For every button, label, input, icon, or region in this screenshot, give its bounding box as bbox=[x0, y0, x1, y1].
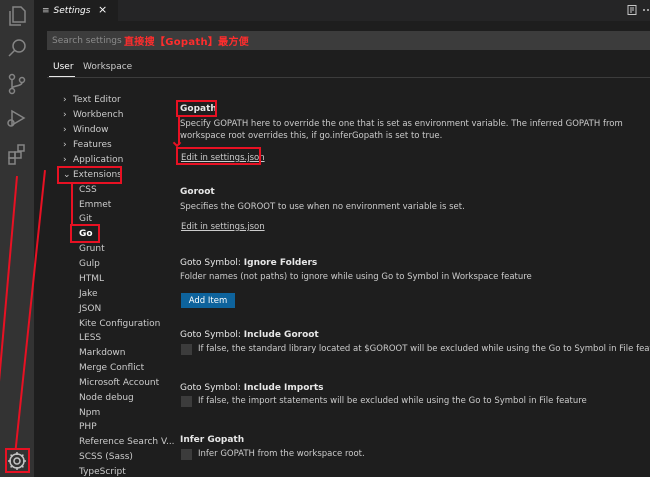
edit-in-settings-json-link[interactable]: Edit in settings.json bbox=[181, 222, 265, 232]
annotation-line bbox=[71, 184, 73, 224]
setting-desc-include-imports: If false, the import statements will be … bbox=[198, 396, 587, 406]
toc-item-markdown[interactable]: Markdown bbox=[79, 348, 125, 358]
chevron-right-icon: › bbox=[63, 125, 67, 135]
toc-item-merge-conflict[interactable]: Merge Conflict bbox=[79, 363, 144, 373]
annotation-box-gear bbox=[5, 448, 30, 473]
scope-divider bbox=[47, 77, 650, 78]
setting-desc-gopath: Specify GOPATH here to override the one … bbox=[180, 119, 623, 141]
toc-item-json[interactable]: JSON bbox=[79, 304, 101, 314]
setting-title-include-goroot: Goto Symbol: Include Goroot bbox=[180, 330, 319, 340]
toc-item-reference-search[interactable]: Reference Search V... bbox=[79, 437, 175, 447]
include-imports-checkbox[interactable] bbox=[181, 396, 192, 407]
infer-gopath-checkbox[interactable] bbox=[181, 449, 192, 460]
toc-item-application[interactable]: › Application bbox=[63, 155, 123, 165]
close-icon[interactable]: × bbox=[98, 3, 107, 16]
toc-item-gulp[interactable]: Gulp bbox=[79, 259, 100, 269]
tab-user[interactable]: User bbox=[53, 62, 74, 72]
editor-tab-bar: ≡ Settings × bbox=[34, 0, 650, 21]
toc-item-html[interactable]: HTML bbox=[79, 274, 104, 284]
setting-title-goroot: Goroot bbox=[180, 187, 215, 197]
toc-item-microsoft-account[interactable]: Microsoft Account bbox=[79, 378, 159, 388]
toc-item-node-debug[interactable]: Node debug bbox=[79, 393, 134, 403]
toc-item-git[interactable]: Git bbox=[79, 214, 92, 224]
toc-item-features[interactable]: › Features bbox=[63, 140, 112, 150]
extensions-icon[interactable] bbox=[5, 142, 29, 166]
toc-item-jake[interactable]: Jake bbox=[79, 289, 98, 299]
explorer-icon[interactable] bbox=[5, 4, 29, 28]
toc-item-window[interactable]: › Window bbox=[63, 125, 109, 135]
setting-desc-goroot: Specifies the GOROOT to use when no envi… bbox=[180, 202, 465, 212]
toc-item-text-editor[interactable]: › Text Editor bbox=[63, 95, 121, 105]
chevron-right-icon: › bbox=[63, 95, 67, 105]
search-icon[interactable] bbox=[5, 36, 29, 60]
source-control-icon[interactable] bbox=[5, 72, 29, 96]
settings-lines-icon: ≡ bbox=[42, 5, 50, 16]
toc-item-typescript[interactable]: TypeScript bbox=[79, 467, 126, 477]
setting-desc-ignore-folders: Folder names (not paths) to ignore while… bbox=[180, 272, 532, 282]
more-actions-icon[interactable] bbox=[642, 4, 650, 16]
setting-desc-include-goroot: If false, the standard library located a… bbox=[198, 344, 650, 354]
open-settings-json-icon[interactable] bbox=[626, 4, 638, 16]
toc-item-php[interactable]: PHP bbox=[79, 422, 97, 432]
toc-item-css[interactable]: CSS bbox=[79, 185, 97, 195]
activity-bar bbox=[0, 0, 34, 477]
add-item-button[interactable]: Add Item bbox=[181, 293, 235, 308]
include-goroot-checkbox[interactable] bbox=[181, 344, 192, 355]
toc-item-workbench[interactable]: › Workbench bbox=[63, 110, 123, 120]
setting-title-include-imports: Goto Symbol: Include Imports bbox=[180, 383, 324, 393]
annotation-box-edit-link bbox=[176, 147, 261, 165]
annotation-box-go bbox=[70, 224, 100, 243]
run-debug-icon[interactable] bbox=[5, 106, 29, 130]
tab-workspace[interactable]: Workspace bbox=[83, 62, 132, 72]
toc-item-npm[interactable]: Npm bbox=[79, 408, 100, 418]
toc-item-emmet[interactable]: Emmet bbox=[79, 200, 111, 210]
annotation-box-gopath bbox=[176, 100, 217, 117]
toc-item-less[interactable]: LESS bbox=[79, 333, 101, 343]
toc-item-kite[interactable]: Kite Configuration bbox=[79, 319, 160, 329]
annotation-box-extensions bbox=[57, 166, 122, 184]
annotation-text: 直接搜【Gopath】最方便 bbox=[124, 37, 250, 48]
chevron-right-icon: › bbox=[63, 155, 67, 165]
setting-title-infer-gopath: Infer Gopath bbox=[180, 435, 245, 445]
toc-item-scss[interactable]: SCSS (Sass) bbox=[79, 452, 133, 462]
tab-title: Settings bbox=[53, 5, 91, 16]
chevron-right-icon: › bbox=[63, 140, 67, 150]
setting-desc-infer-gopath: Infer GOPATH from the workspace root. bbox=[198, 449, 365, 459]
setting-title-ignore-folders: Goto Symbol: Ignore Folders bbox=[180, 258, 318, 268]
toc-item-grunt[interactable]: Grunt bbox=[79, 244, 105, 254]
tab-settings[interactable]: ≡ Settings × bbox=[34, 0, 118, 21]
chevron-right-icon: › bbox=[63, 110, 67, 120]
